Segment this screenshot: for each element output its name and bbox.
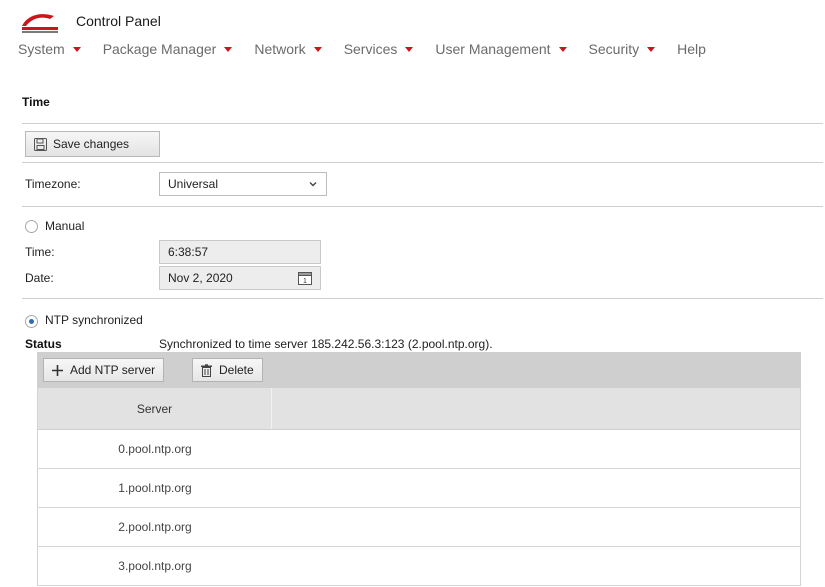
status-text: Synchronized to time server 185.242.56.3… [159, 337, 493, 351]
menu-label: Package Manager [102, 41, 217, 57]
server-cell: 3.pool.ntp.org [118, 559, 192, 573]
divider [22, 162, 823, 163]
ntp-label: NTP synchronized [45, 313, 143, 327]
table-row[interactable]: 2.pool.ntp.org [38, 508, 800, 547]
caret-down-icon [558, 46, 567, 52]
date-label: Date: [25, 271, 54, 285]
caret-down-icon [405, 46, 414, 52]
table-row[interactable]: 0.pool.ntp.org [38, 430, 800, 469]
divider [22, 123, 823, 124]
divider [22, 206, 823, 207]
ntp-server-table: Server 0.pool.ntp.org 1.pool.ntp.org 2.p… [37, 388, 801, 586]
page-title: Time [22, 95, 50, 109]
delete-button[interactable]: Delete [192, 358, 263, 382]
ntp-radio[interactable] [25, 315, 38, 328]
menu-label: User Management [435, 41, 551, 57]
menu-label: Security [588, 41, 640, 57]
menu-system[interactable]: System [18, 41, 81, 57]
menu-label: Network [254, 41, 306, 57]
date-value: Nov 2, 2020 [168, 271, 233, 285]
menu-package-manager[interactable]: Package Manager [103, 41, 233, 57]
menu-services[interactable]: Services [344, 41, 414, 57]
caret-down-icon [224, 46, 233, 52]
menu-network[interactable]: Network [254, 41, 322, 57]
table-header: Server [38, 388, 800, 430]
plus-icon [52, 364, 63, 376]
date-field[interactable]: Nov 2, 2020 1 [159, 266, 321, 290]
timezone-select[interactable]: Universal [159, 172, 327, 196]
server-cell: 2.pool.ntp.org [118, 520, 192, 534]
column-header-server[interactable]: Server [38, 388, 272, 429]
manual-label: Manual [45, 219, 85, 233]
menu-label: Help [677, 41, 706, 57]
chevron-down-icon [309, 182, 317, 187]
column-header-empty [272, 388, 800, 429]
menu-label: System [18, 41, 65, 57]
add-ntp-server-label: Add NTP server [70, 363, 156, 377]
time-value: 6:38:57 [168, 245, 209, 259]
save-changes-label: Save changes [53, 137, 130, 151]
table-row[interactable]: 1.pool.ntp.org [38, 469, 800, 508]
divider [22, 298, 823, 299]
add-ntp-server-button[interactable]: Add NTP server [43, 358, 165, 382]
menu-label: Services [343, 41, 398, 57]
svg-text:1: 1 [303, 278, 307, 285]
floppy-disk-icon [34, 137, 47, 151]
table-row[interactable]: 3.pool.ntp.org [38, 547, 800, 586]
menu-user-management[interactable]: User Management [435, 41, 567, 57]
server-cell: 0.pool.ntp.org [118, 442, 192, 456]
time-field[interactable]: 6:38:57 [159, 240, 321, 264]
caret-down-icon [72, 46, 81, 52]
status-label: Status [25, 337, 62, 351]
timezone-value: Universal [168, 177, 219, 191]
menu-security[interactable]: Security [589, 41, 656, 57]
timezone-label: Timezone: [25, 177, 81, 191]
server-cell: 1.pool.ntp.org [118, 481, 192, 495]
delete-label: Delete [219, 363, 254, 377]
save-changes-button[interactable]: Save changes [25, 131, 160, 157]
app-logo [20, 10, 60, 36]
time-label: Time: [25, 245, 55, 259]
app-title: Control Panel [76, 13, 161, 29]
menu-help[interactable]: Help [677, 41, 706, 57]
ntp-toolbar: Add NTP server Delete [37, 352, 801, 388]
main-menu: System Package Manager Network Services … [18, 40, 706, 58]
manual-radio[interactable] [25, 220, 38, 233]
caret-down-icon [647, 46, 656, 52]
caret-down-icon [313, 46, 322, 52]
trash-icon [201, 363, 212, 377]
calendar-icon[interactable]: 1 [298, 271, 312, 285]
